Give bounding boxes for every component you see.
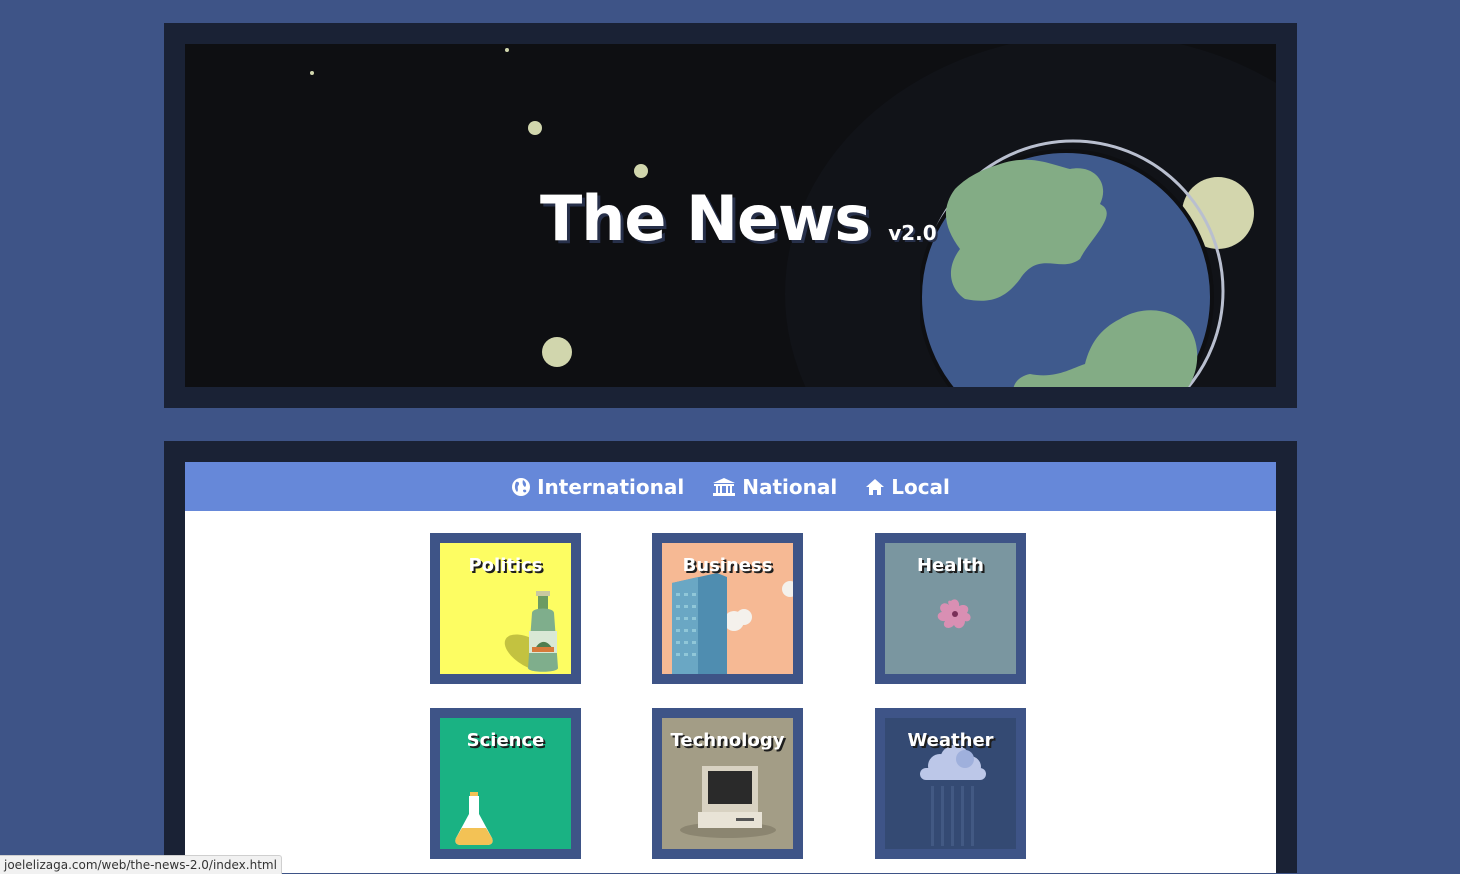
tile-background: Weather — [885, 718, 1016, 849]
browser-status-bar: joelelizaga.com/web/the-news-2.0/index.h… — [0, 855, 282, 874]
tile-label: Health — [916, 555, 984, 576]
tile-label: Politics — [468, 555, 543, 576]
tile-label: Science — [466, 730, 545, 751]
star — [505, 48, 509, 52]
hero-banner: The News v2.0 — [185, 44, 1276, 387]
category-tile-politics[interactable]: Politics — [430, 533, 581, 684]
star — [528, 121, 542, 135]
nav-label: National — [742, 474, 838, 499]
nav-label: Local — [891, 474, 950, 499]
earth-illustration — [920, 139, 1254, 387]
header-frame: The News v2.0 — [164, 23, 1297, 408]
category-tile-technology[interactable]: Technology — [652, 708, 803, 859]
region-nav: International National Local — [185, 462, 1276, 511]
title-block: The News v2.0 — [540, 182, 937, 255]
tile-background: Health — [885, 543, 1016, 674]
nav-label: International — [537, 474, 685, 499]
nav-local[interactable]: Local — [865, 475, 950, 499]
star — [634, 164, 648, 178]
tile-label: Technology — [670, 730, 785, 751]
version-badge: v2.0 — [888, 221, 937, 245]
tile-background: Science — [440, 718, 571, 849]
category-tile-science[interactable]: Science — [430, 708, 581, 859]
tile-label: Business — [682, 555, 773, 576]
home-icon — [866, 478, 885, 495]
tile-label: Weather — [907, 730, 994, 751]
nav-international[interactable]: International — [511, 475, 684, 499]
category-tile-health[interactable]: Health — [875, 533, 1026, 684]
category-tile-weather[interactable]: Weather — [875, 708, 1026, 859]
content-frame: International National Local Politics Bu… — [164, 441, 1297, 873]
tile-background: Politics — [440, 543, 571, 674]
bank-icon — [713, 477, 736, 496]
tile-background: Business — [662, 543, 793, 674]
star — [310, 71, 314, 75]
star — [542, 337, 572, 367]
tile-background: Technology — [662, 718, 793, 849]
content-panel: International National Local Politics Bu… — [185, 462, 1276, 873]
globe-icon — [512, 477, 531, 496]
site-title: The News — [540, 182, 871, 255]
nav-national[interactable]: National — [712, 475, 837, 499]
category-tile-business[interactable]: Business — [652, 533, 803, 684]
